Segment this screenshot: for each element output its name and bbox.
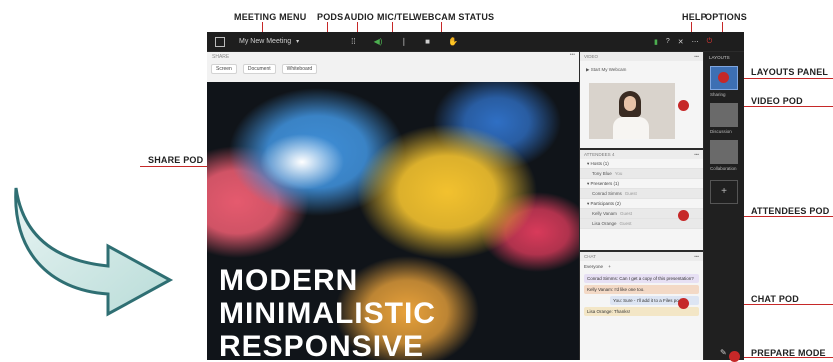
layout-label-collaboration: Collaboration bbox=[710, 166, 737, 171]
power-icon[interactable]: ⏻ bbox=[707, 38, 713, 46]
layout-label-sharing: Sharing bbox=[710, 92, 726, 97]
help-icon[interactable]: ? bbox=[666, 38, 670, 45]
arrow-graphic bbox=[14, 187, 174, 317]
share-pod-header: SHARE ••• bbox=[207, 52, 579, 62]
connect-icon[interactable]: ✕ bbox=[678, 38, 684, 46]
chat-tab-bar: Everyone + bbox=[580, 261, 703, 272]
start-webcam-label: Start My Webcam bbox=[590, 67, 627, 72]
camera-icon: ■ bbox=[425, 37, 430, 46]
callout-line-share bbox=[140, 166, 212, 167]
callout-layouts-panel: LAYOUTS PANEL bbox=[751, 67, 829, 77]
attendee-count: 4 bbox=[611, 152, 615, 157]
app-logo-icon[interactable] bbox=[215, 36, 225, 47]
chat-pod-header: CHAT ••• bbox=[580, 252, 703, 261]
group-hosts[interactable]: ▾ Hosts (1) bbox=[580, 159, 703, 169]
meeting-menu[interactable]: My New Meeting ▾ bbox=[239, 38, 299, 45]
callout-mic-tel: MIC/TEL bbox=[377, 12, 415, 22]
layout-label-discussion: Discussion bbox=[710, 129, 732, 134]
share-screen-button[interactable]: Screen bbox=[211, 64, 237, 74]
right-pods-column: VIDEO ••• ▶ Start My Webcam ATTENDEES 4 … bbox=[580, 52, 703, 360]
meeting-name: My New Meeting bbox=[239, 38, 292, 45]
callout-chat-pod: CHAT POD bbox=[751, 294, 799, 304]
chat-pod-title: CHAT bbox=[584, 254, 596, 259]
callout-audio: AUDIO bbox=[344, 12, 374, 22]
add-layout-button[interactable]: + bbox=[710, 180, 738, 204]
callout-share-pod: SHARE POD bbox=[148, 155, 204, 165]
meeting-app-window: My New Meeting ▾ ⁞⁞ ◀) ❘ ■ ✋ ▮ ? ✕ ⋯ ⏻ S… bbox=[207, 32, 744, 360]
share-toolbar: Screen Document Whiteboard bbox=[207, 62, 579, 76]
webcam-button[interactable]: ■ bbox=[425, 37, 430, 46]
marker-attendees bbox=[678, 210, 689, 221]
microphone-icon: ❘ bbox=[400, 37, 408, 46]
hand-icon: ✋ bbox=[447, 37, 458, 46]
pods-menu[interactable]: ⁞⁞ bbox=[351, 37, 355, 46]
more-icon[interactable]: ••• bbox=[694, 152, 699, 159]
speaker-icon: ◀) bbox=[373, 37, 383, 46]
more-icon[interactable]: ••• bbox=[694, 54, 699, 61]
art-line-1: MODERN bbox=[219, 264, 359, 297]
attendees-pod: ATTENDEES 4 ••• ▾ Hosts (1) Tony Blue You… bbox=[580, 150, 703, 250]
options-icon[interactable]: ⋯ bbox=[692, 38, 699, 46]
chat-message: Kelly Vanam: I'd like one too. bbox=[584, 285, 699, 294]
more-icon[interactable]: ••• bbox=[570, 52, 575, 58]
share-pod: SHARE ••• Screen Document Whiteboard MOD… bbox=[207, 52, 579, 360]
video-pod-title: VIDEO bbox=[584, 54, 599, 59]
add-tab-icon[interactable]: + bbox=[608, 264, 611, 269]
chat-tab-everyone[interactable]: Everyone bbox=[584, 264, 603, 269]
status-button[interactable]: ✋ bbox=[448, 37, 458, 46]
group-participants[interactable]: ▾ Participants (2) bbox=[580, 199, 703, 209]
chat-message: Conrad Simms: Can I get a copy of this p… bbox=[584, 274, 699, 283]
attendee-row[interactable]: Conrad Simms Guest bbox=[580, 189, 703, 199]
mic-button[interactable]: ❘ bbox=[400, 37, 407, 46]
marker-video bbox=[678, 100, 689, 111]
webcam-feed bbox=[589, 83, 675, 139]
callout-help: HELP bbox=[682, 12, 707, 22]
video-pod-header: VIDEO ••• bbox=[580, 52, 703, 61]
share-whiteboard-button[interactable]: Whiteboard bbox=[281, 64, 318, 74]
attendee-row[interactable]: Tony Blue You bbox=[580, 169, 703, 179]
art-line-3: RESPONSIVE bbox=[219, 330, 425, 360]
callout-pods: PODS bbox=[317, 12, 344, 22]
layouts-panel: LAYOUTS Sharing Discussion Collaboration… bbox=[704, 52, 744, 360]
attendees-pod-title: ATTENDEES bbox=[584, 152, 611, 157]
grid-icon: ⁞⁞ bbox=[351, 37, 356, 46]
person-body bbox=[613, 117, 649, 139]
marker-chat bbox=[678, 298, 689, 309]
more-icon[interactable]: ••• bbox=[694, 254, 699, 261]
callout-attendees-pod: ATTENDEES POD bbox=[751, 206, 830, 216]
shared-content-image: MODERN MINIMALISTIC RESPONSIVE bbox=[207, 82, 579, 360]
signal-icon: ▮ bbox=[653, 38, 658, 46]
audio-button[interactable]: ◀) bbox=[374, 37, 383, 46]
callout-meeting-menu: MEETING MENU bbox=[234, 12, 307, 22]
attendees-pod-header: ATTENDEES 4 ••• bbox=[580, 150, 703, 159]
prepare-mode-icon[interactable]: ✎ bbox=[720, 348, 727, 357]
callout-options: OPTIONS bbox=[705, 12, 747, 22]
group-presenters[interactable]: ▾ Presenters (1) bbox=[580, 179, 703, 189]
layout-thumb-discussion[interactable] bbox=[710, 103, 738, 127]
callout-line-prepare bbox=[735, 357, 833, 358]
start-webcam-button[interactable]: ▶ Start My Webcam bbox=[586, 67, 626, 73]
chevron-down-icon: ▾ bbox=[296, 39, 300, 45]
camera-icon: ▶ bbox=[586, 67, 590, 72]
marker-layouts bbox=[718, 72, 729, 83]
person-face bbox=[624, 96, 636, 111]
share-pod-title: SHARE bbox=[212, 54, 230, 60]
top-bar: My New Meeting ▾ ⁞⁞ ◀) ❘ ■ ✋ ▮ ? ✕ ⋯ ⏻ bbox=[207, 32, 744, 51]
marker-prepare bbox=[729, 351, 740, 362]
callout-webcam-status: WEBCAM STATUS bbox=[413, 12, 495, 22]
share-document-button[interactable]: Document bbox=[242, 64, 276, 74]
layout-thumb-collaboration[interactable] bbox=[710, 140, 738, 164]
art-line-2: MINIMALISTIC bbox=[219, 297, 436, 330]
callout-video-pod: VIDEO POD bbox=[751, 96, 803, 106]
plus-icon: + bbox=[721, 186, 727, 197]
layouts-title: LAYOUTS bbox=[709, 55, 730, 60]
